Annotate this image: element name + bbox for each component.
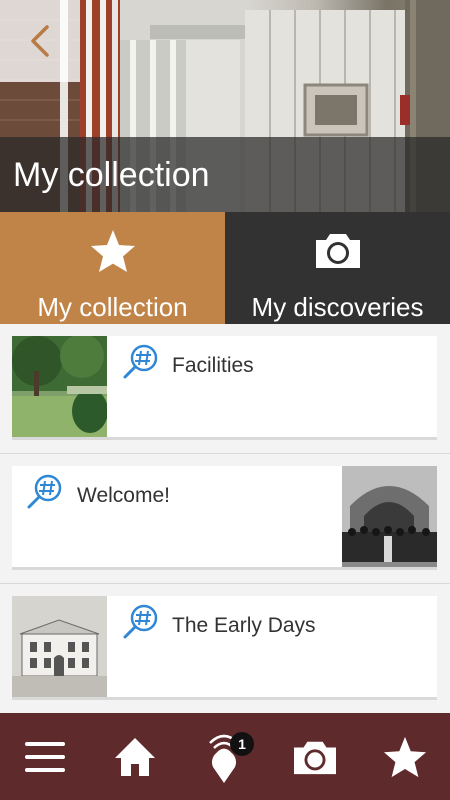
- camera-button[interactable]: [280, 722, 350, 792]
- collection-card[interactable]: Facilities: [12, 336, 437, 440]
- home-button[interactable]: [100, 722, 170, 792]
- garden-trees-photo: [12, 336, 107, 437]
- camera-icon: [315, 234, 360, 268]
- list-item[interactable]: Facilities: [0, 324, 450, 454]
- list-item[interactable]: Welcome!: [0, 454, 450, 584]
- notification-badge: 1: [230, 731, 254, 756]
- nearby-beacon-button[interactable]: 1: [190, 722, 260, 792]
- star-icon: [90, 230, 135, 272]
- collection-button[interactable]: [370, 722, 440, 792]
- historic-building-sketch: [12, 596, 107, 697]
- item-title: Facilities: [172, 354, 254, 377]
- menu-button[interactable]: [10, 722, 80, 792]
- list-item[interactable]: The Early Days: [0, 584, 450, 713]
- header-hero: My collection: [0, 0, 450, 212]
- star-icon: [383, 736, 427, 777]
- chevron-left-icon: [31, 25, 49, 57]
- app-screen: My collection My collection My discoveri…: [0, 0, 450, 800]
- tab-my-collection[interactable]: My collection: [0, 212, 225, 324]
- page-title: My collection: [13, 156, 210, 194]
- camera-icon: [294, 741, 336, 774]
- item-title: The Early Days: [172, 614, 316, 637]
- item-title: Welcome!: [77, 484, 170, 507]
- bottom-navigation: 1: [0, 713, 450, 800]
- collection-tabs: My collection My discoveries: [0, 212, 450, 324]
- collection-list: Facilities Welcome! The Early Days: [0, 324, 450, 713]
- hashtag-search-icon: [123, 604, 158, 639]
- hashtag-search-icon: [27, 474, 62, 509]
- hashtag-search-icon: [123, 344, 158, 379]
- tab-label: My discoveries: [251, 292, 424, 322]
- collection-card[interactable]: Welcome!: [12, 466, 437, 570]
- back-button[interactable]: [0, 0, 80, 82]
- menu-icon: [25, 741, 65, 772]
- tab-my-discoveries[interactable]: My discoveries: [225, 212, 450, 324]
- group-of-guards-photo: [342, 466, 437, 567]
- tab-label: My collection: [37, 292, 188, 322]
- home-icon: [115, 737, 155, 776]
- collection-card[interactable]: The Early Days: [12, 596, 437, 700]
